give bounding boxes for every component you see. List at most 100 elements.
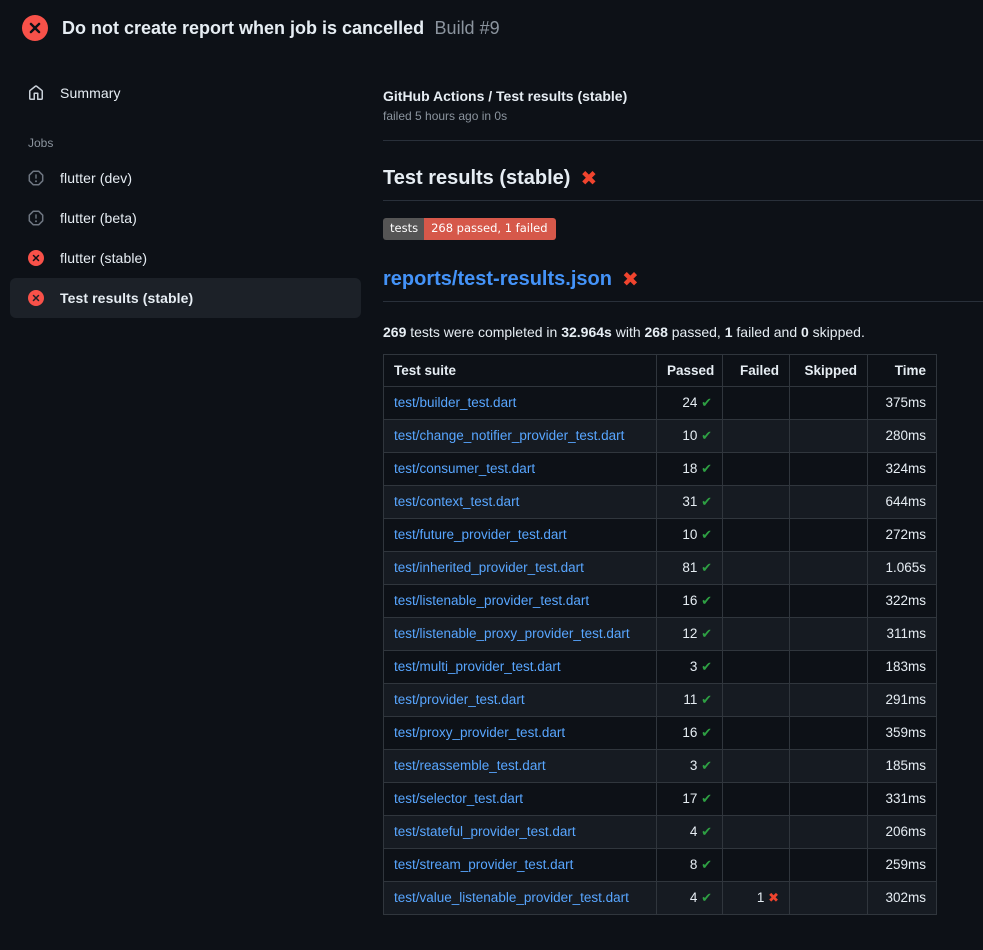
failed-cell bbox=[723, 650, 790, 683]
check-icon: ✔ bbox=[701, 627, 712, 642]
col-failed: Failed bbox=[723, 354, 790, 386]
test-suite-link[interactable]: test/builder_test.dart bbox=[394, 395, 516, 410]
tests-badge: tests268 passed, 1 failed bbox=[383, 218, 983, 240]
check-icon: ✔ bbox=[701, 396, 712, 411]
skipped-cell bbox=[790, 419, 868, 452]
skipped-cell bbox=[790, 848, 868, 881]
sidebar-item-flutter-stable[interactable]: flutter (stable) bbox=[10, 238, 361, 278]
col-test-suite: Test suite bbox=[384, 354, 657, 386]
time-cell: 311ms bbox=[868, 617, 937, 650]
skipped-cell bbox=[790, 452, 868, 485]
failed-icon bbox=[28, 250, 44, 266]
summary-line: 269 tests were completed in 32.964s with… bbox=[383, 324, 983, 340]
suite-cell: test/context_test.dart bbox=[384, 485, 657, 518]
test-suite-link[interactable]: test/listenable_proxy_provider_test.dart bbox=[394, 626, 630, 641]
run-title: Do not create report when job is cancell… bbox=[62, 18, 424, 38]
test-suite-link[interactable]: test/listenable_provider_test.dart bbox=[394, 593, 589, 608]
test-suite-link[interactable]: test/consumer_test.dart bbox=[394, 461, 535, 476]
test-suite-link[interactable]: test/future_provider_test.dart bbox=[394, 527, 567, 542]
failed-cell bbox=[723, 518, 790, 551]
passed-cell: 4 ✔ bbox=[657, 815, 723, 848]
sidebar-item-flutter-beta[interactable]: flutter (beta) bbox=[10, 198, 361, 238]
table-row: test/stream_provider_test.dart8 ✔259ms bbox=[384, 848, 937, 881]
jobs-section-label: Jobs bbox=[28, 136, 361, 150]
skipped-cell bbox=[790, 518, 868, 551]
test-suite-link[interactable]: test/stream_provider_test.dart bbox=[394, 857, 573, 872]
suite-cell: test/change_notifier_provider_test.dart bbox=[384, 419, 657, 452]
test-suite-link[interactable]: test/stateful_provider_test.dart bbox=[394, 824, 576, 839]
skipped-cell bbox=[790, 386, 868, 419]
suite-cell: test/stateful_provider_test.dart bbox=[384, 815, 657, 848]
check-icon: ✔ bbox=[701, 693, 712, 708]
passed-cell: 18 ✔ bbox=[657, 452, 723, 485]
test-suite-link[interactable]: test/multi_provider_test.dart bbox=[394, 659, 561, 674]
divider bbox=[383, 140, 983, 141]
skipped-cell bbox=[790, 617, 868, 650]
failed-cell bbox=[723, 617, 790, 650]
failed-icon bbox=[28, 290, 44, 306]
check-icon: ✔ bbox=[701, 792, 712, 807]
table-row: test/reassemble_test.dart3 ✔185ms bbox=[384, 749, 937, 782]
sidebar-item-flutter-dev[interactable]: flutter (dev) bbox=[10, 158, 361, 198]
skipped-cell bbox=[790, 485, 868, 518]
sidebar-jobs: flutter (dev)flutter (beta) flutter (stab… bbox=[10, 158, 361, 318]
table-body: test/builder_test.dart24 ✔375mstest/chan… bbox=[384, 386, 937, 914]
run-header: Do not create report when job is cancell… bbox=[0, 0, 983, 56]
table-row: test/proxy_provider_test.dart16 ✔359ms bbox=[384, 716, 937, 749]
test-suite-link[interactable]: test/value_listenable_provider_test.dart bbox=[394, 890, 629, 905]
time-cell: 302ms bbox=[868, 881, 937, 914]
time-cell: 359ms bbox=[868, 716, 937, 749]
skipped-cell bbox=[790, 683, 868, 716]
skipped-cell bbox=[790, 584, 868, 617]
table-row: test/listenable_provider_test.dart16 ✔32… bbox=[384, 584, 937, 617]
passed-cell: 12 ✔ bbox=[657, 617, 723, 650]
table-row: test/selector_test.dart17 ✔331ms bbox=[384, 782, 937, 815]
time-cell: 322ms bbox=[868, 584, 937, 617]
sidebar-item-test-results-stable[interactable]: Test results (stable) bbox=[10, 278, 361, 318]
table-row: test/value_listenable_provider_test.dart… bbox=[384, 881, 937, 914]
check-icon: ✔ bbox=[701, 759, 712, 774]
report-link[interactable]: reports/test-results.json bbox=[383, 268, 612, 290]
test-suite-link[interactable]: test/inherited_provider_test.dart bbox=[394, 560, 584, 575]
check-icon: ✔ bbox=[701, 825, 712, 840]
skipped-cell bbox=[790, 749, 868, 782]
failed-x-icon: ✖ bbox=[622, 267, 639, 291]
sidebar-item-summary[interactable]: Summary bbox=[10, 80, 361, 106]
skipped-cell bbox=[790, 815, 868, 848]
cancelled-icon bbox=[28, 170, 44, 186]
time-cell: 291ms bbox=[868, 683, 937, 716]
skipped-cell bbox=[790, 881, 868, 914]
test-suite-link[interactable]: test/proxy_provider_test.dart bbox=[394, 725, 565, 740]
passed-cell: 3 ✔ bbox=[657, 650, 723, 683]
suite-cell: test/builder_test.dart bbox=[384, 386, 657, 419]
sidebar-item-label: flutter (stable) bbox=[60, 250, 147, 266]
breadcrumb: GitHub Actions / Test results (stable) bbox=[383, 88, 983, 104]
home-icon bbox=[28, 85, 44, 101]
time-cell: 206ms bbox=[868, 815, 937, 848]
passed-cell: 10 ✔ bbox=[657, 518, 723, 551]
passed-cell: 8 ✔ bbox=[657, 848, 723, 881]
badge-label: tests bbox=[383, 218, 424, 240]
test-suite-link[interactable]: test/context_test.dart bbox=[394, 494, 519, 509]
test-suite-link[interactable]: test/reassemble_test.dart bbox=[394, 758, 546, 773]
test-suite-link[interactable]: test/selector_test.dart bbox=[394, 791, 523, 806]
suite-cell: test/selector_test.dart bbox=[384, 782, 657, 815]
time-cell: 272ms bbox=[868, 518, 937, 551]
skipped-cell bbox=[790, 650, 868, 683]
table-row: test/provider_test.dart11 ✔291ms bbox=[384, 683, 937, 716]
test-suite-link[interactable]: test/change_notifier_provider_test.dart bbox=[394, 428, 624, 443]
table-row: test/consumer_test.dart18 ✔324ms bbox=[384, 452, 937, 485]
suite-cell: test/listenable_provider_test.dart bbox=[384, 584, 657, 617]
failed-cell bbox=[723, 452, 790, 485]
suite-cell: test/reassemble_test.dart bbox=[384, 749, 657, 782]
main-content: GitHub Actions / Test results (stable) f… bbox=[367, 56, 983, 915]
skipped-cell bbox=[790, 551, 868, 584]
failed-cell bbox=[723, 782, 790, 815]
failed-cell: 1 ✖ bbox=[723, 881, 790, 914]
table-row: test/inherited_provider_test.dart81 ✔1.0… bbox=[384, 551, 937, 584]
passed-cell: 10 ✔ bbox=[657, 419, 723, 452]
passed-cell: 24 ✔ bbox=[657, 386, 723, 419]
failed-cell bbox=[723, 749, 790, 782]
test-suite-link[interactable]: test/provider_test.dart bbox=[394, 692, 525, 707]
check-icon: ✔ bbox=[701, 429, 712, 444]
